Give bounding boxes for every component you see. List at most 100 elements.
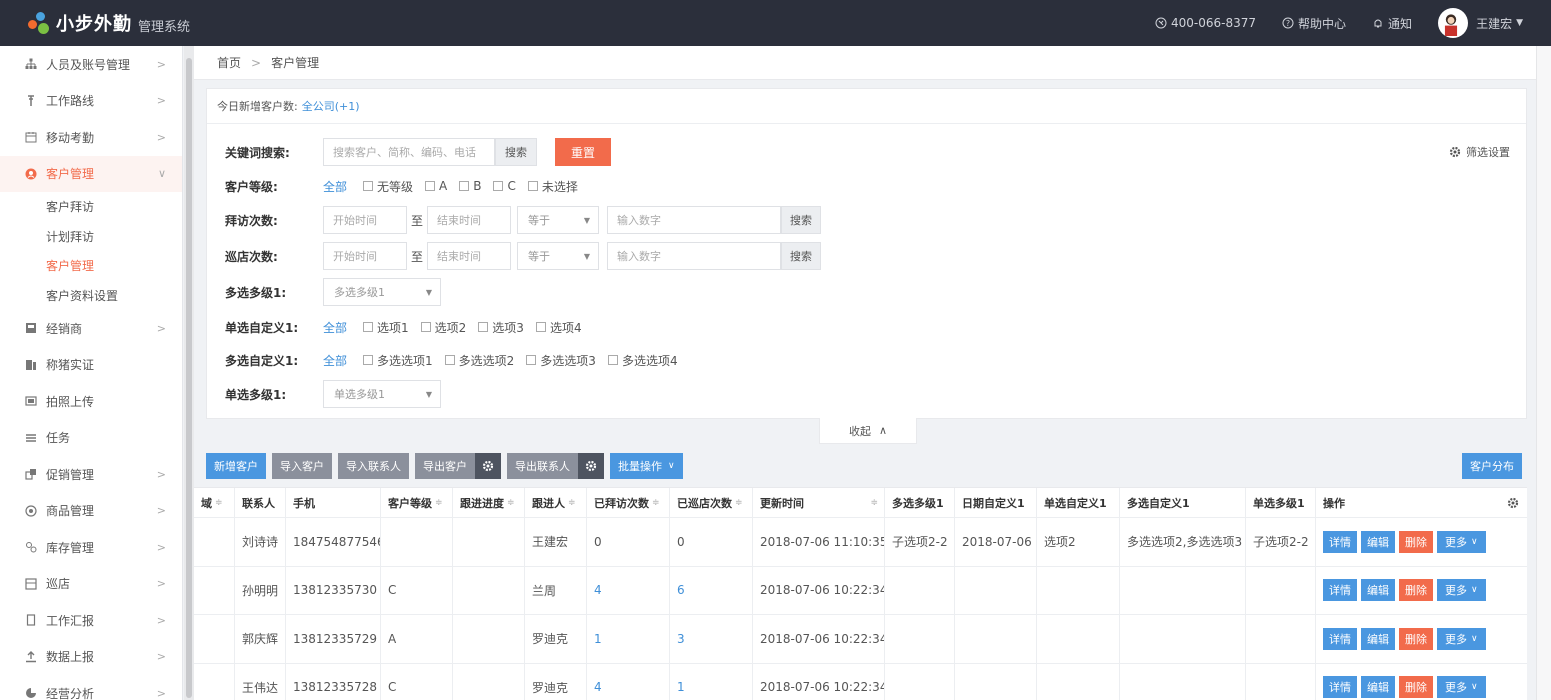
patrol-number-input[interactable]: 输入数字 — [607, 242, 782, 270]
keyword-search-button[interactable]: 搜索 — [495, 138, 537, 166]
multi-custom-all-option[interactable]: 全部 — [323, 352, 347, 369]
phone-link[interactable]: 400-066-8377 — [1155, 16, 1256, 30]
edit-button[interactable]: 编辑 — [1361, 676, 1395, 699]
reset-button[interactable]: 重置 — [555, 138, 611, 166]
more-button[interactable]: 更多 ∨ — [1437, 676, 1486, 699]
export-contact-button[interactable]: 导出联系人 — [507, 453, 578, 479]
sidebar-item-goods[interactable]: 商品管理 > — [0, 493, 182, 530]
column-header[interactable]: 更新时间 ≑ — [753, 488, 885, 517]
export-customer-button[interactable]: 导出客户 — [415, 453, 475, 479]
export-contact-settings-button[interactable] — [578, 453, 604, 479]
visits-search-button[interactable]: 搜索 — [781, 206, 822, 234]
more-button[interactable]: 更多 ∨ — [1437, 627, 1486, 650]
sidebar-item-scale[interactable]: 称猪实证 — [0, 347, 182, 384]
multi-custom-option-1[interactable]: 多选选项1 — [363, 352, 433, 369]
detail-button[interactable]: 详情 — [1323, 530, 1357, 553]
sidebar-sub-customer-settings[interactable]: 客户资料设置 — [0, 281, 182, 311]
detail-button[interactable]: 详情 — [1323, 627, 1357, 650]
page-scrollbar[interactable] — [1536, 46, 1551, 700]
sidebar-item-upload[interactable]: 数据上报 > — [0, 639, 182, 676]
patrol-search-button[interactable]: 搜索 — [781, 242, 822, 270]
single-custom-option-3[interactable]: 选项3 — [478, 319, 524, 336]
sidebar-item-promo[interactable]: 促销管理 > — [0, 456, 182, 493]
sidebar-item-analysis[interactable]: 经营分析 > — [0, 675, 182, 700]
level-option-b[interactable]: B — [459, 179, 481, 193]
patrol-operator-select[interactable]: 等于 ▼ — [517, 242, 600, 270]
more-button[interactable]: 更多 ∨ — [1437, 530, 1486, 553]
logo[interactable]: 小步外勤 管理系统 — [0, 10, 200, 36]
cell-patrols[interactable]: 6 — [670, 566, 753, 614]
visits-start-input[interactable]: 开始时间 — [323, 206, 407, 234]
level-all-option[interactable]: 全部 — [323, 178, 347, 195]
notify-link[interactable]: 通知 — [1372, 15, 1412, 32]
sidebar-item-store[interactable]: 巡店 > — [0, 566, 182, 603]
single-custom-all-option[interactable]: 全部 — [323, 319, 347, 336]
single-custom-option-2[interactable]: 选项2 — [420, 319, 466, 336]
delete-button[interactable]: 删除 — [1399, 627, 1433, 650]
column-header[interactable]: 已巡店次数 ≑ — [670, 488, 753, 517]
cell-patrols[interactable]: 3 — [670, 615, 753, 663]
visits-end-input[interactable]: 结束时间 — [427, 206, 512, 234]
export-customer-settings-button[interactable] — [475, 453, 501, 479]
cell-visits[interactable]: 1 — [587, 615, 670, 663]
customer-distribution-button[interactable]: 客户分布 — [1462, 453, 1522, 479]
breadcrumb-home[interactable]: 首页 — [217, 54, 241, 71]
sidebar-sub-customer-manage[interactable]: 客户管理 — [0, 251, 182, 281]
sidebar-item-accounts[interactable]: 人员及账号管理 > — [0, 46, 182, 83]
sidebar-item-dealer[interactable]: 经销商 > — [0, 310, 182, 347]
multi-custom-option-4[interactable]: 多选选项4 — [607, 352, 678, 369]
import-contact-button[interactable]: 导入联系人 — [338, 453, 409, 479]
keyword-search-input[interactable]: 搜索客户、简称、编码、电话 — [323, 138, 495, 166]
column-header[interactable]: 已拜访次数 ≑ — [587, 488, 670, 517]
sidebar-item-routes[interactable]: 工作路线 > — [0, 83, 182, 120]
column-header[interactable]: 跟进进度 ≑ — [453, 488, 525, 517]
column-header[interactable]: 客户等级 ≑ — [381, 488, 453, 517]
batch-operation-button[interactable]: 批量操作 ∨ — [610, 453, 683, 479]
multi-custom-option-2[interactable]: 多选选项2 — [444, 352, 514, 369]
sidebar-scrollbar[interactable] — [184, 46, 194, 700]
sidebar-sub-plan-visit[interactable]: 计划拜访 — [0, 222, 182, 252]
delete-button[interactable]: 删除 — [1399, 579, 1433, 602]
sidebar-item-stock[interactable]: 库存管理 > — [0, 529, 182, 566]
single-custom-option-4[interactable]: 选项4 — [535, 319, 582, 336]
delete-button[interactable]: 删除 — [1399, 676, 1433, 699]
sidebar-item-customers[interactable]: 客户管理 ∨ — [0, 155, 182, 192]
sidebar-item-attendance[interactable]: 移动考勤 > — [0, 119, 182, 156]
multi-custom-option-3[interactable]: 多选选项3 — [526, 352, 596, 369]
edit-button[interactable]: 编辑 — [1361, 530, 1395, 553]
gear-icon[interactable] — [1507, 497, 1519, 509]
add-customer-button[interactable]: 新增客户 — [206, 453, 266, 479]
level-option-a[interactable]: A — [425, 179, 447, 193]
edit-button[interactable]: 编辑 — [1361, 579, 1395, 602]
detail-button[interactable]: 详情 — [1323, 676, 1357, 699]
help-link[interactable]: ? 帮助中心 — [1282, 15, 1346, 32]
sidebar-item-tasks[interactable]: 任务 — [0, 420, 182, 457]
column-header[interactable]: 域 ≑ — [194, 488, 235, 517]
column-header[interactable]: 跟进人 ≑ — [525, 488, 587, 517]
single-custom-option-1[interactable]: 选项1 — [363, 319, 409, 336]
import-customer-button[interactable]: 导入客户 — [272, 453, 332, 479]
level-option-unselected[interactable]: 未选择 — [527, 178, 578, 195]
visits-number-input[interactable]: 输入数字 — [607, 206, 782, 234]
delete-button[interactable]: 删除 — [1399, 530, 1433, 553]
level-option-none[interactable]: 无等级 — [363, 178, 413, 195]
patrol-start-input[interactable]: 开始时间 — [323, 242, 407, 270]
sidebar-item-report[interactable]: 工作汇报 > — [0, 602, 182, 639]
sidebar-sub-customer-visit[interactable]: 客户拜访 — [0, 192, 182, 222]
user-menu[interactable]: 王建宏 ▼ — [1438, 8, 1523, 38]
multi-level-select[interactable]: 多选多级1 ▼ — [323, 278, 441, 306]
filter-settings-button[interactable]: 筛选设置 — [1449, 144, 1510, 160]
visits-operator-select[interactable]: 等于 ▼ — [517, 206, 600, 234]
single-level-select[interactable]: 单选多级1 ▼ — [323, 380, 441, 408]
collapse-filter-button[interactable]: 收起 ∧ — [819, 418, 917, 444]
cell-visits[interactable]: 4 — [587, 663, 670, 700]
sidebar-item-photo[interactable]: 拍照上传 — [0, 383, 182, 420]
more-button[interactable]: 更多 ∨ — [1437, 579, 1486, 602]
cell-patrols[interactable]: 1 — [670, 663, 753, 700]
new-today-link[interactable]: 全公司(+1) — [302, 98, 360, 114]
patrol-end-input[interactable]: 结束时间 — [427, 242, 512, 270]
detail-button[interactable]: 详情 — [1323, 579, 1357, 602]
level-option-c[interactable]: C — [493, 179, 516, 193]
cell-visits[interactable]: 4 — [587, 566, 670, 614]
edit-button[interactable]: 编辑 — [1361, 627, 1395, 650]
